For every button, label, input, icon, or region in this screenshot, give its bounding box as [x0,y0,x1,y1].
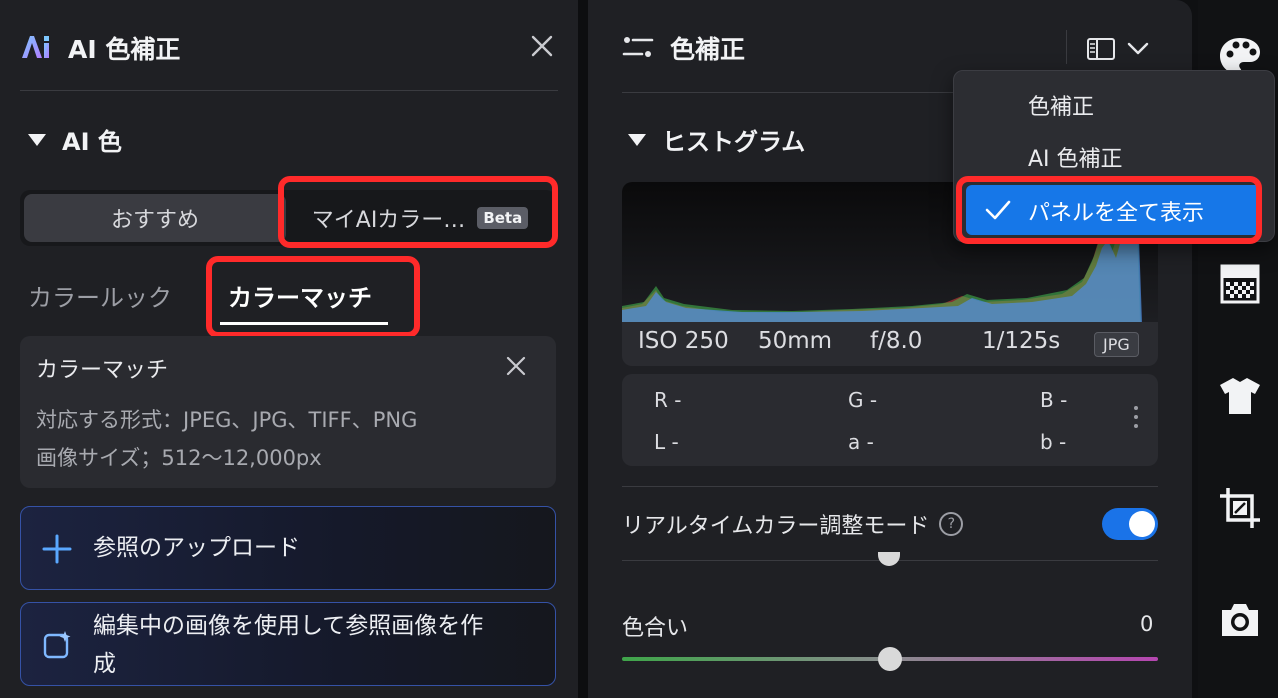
info-card-title: カラーマッチ [36,358,169,383]
image-sparkle-icon [43,631,71,659]
create-reference-label-line2: 成 [93,651,116,677]
color-correction-title: 色補正 [670,35,746,64]
segment-recommended[interactable]: おすすめ [24,194,286,242]
collapse-triangle-icon [28,133,46,146]
camera-icon[interactable] [1218,598,1262,642]
ai-logo-icon [22,36,49,58]
ai-panel-title: AI 色補正 [68,35,181,64]
create-reference-from-current-button[interactable]: 編集中の画像を使用して参照画像を作 成 [20,602,556,686]
menu-item-label: 色補正 [1028,95,1095,120]
color-readout-card: R - G - B - L - a - b - [622,374,1158,466]
exif-focal-length: 50mm [758,328,833,354]
exif-aperture: f/8.0 [870,328,923,354]
readout-g: G - [848,388,878,412]
menu-item-show-all-panels[interactable]: パネルを全て表示 [966,185,1262,235]
ai-color-section-toggle[interactable]: AI 色 [28,122,122,157]
realtime-mode-row: リアルタイムカラー調整モード ? [622,508,964,540]
supported-formats-text: 対応する形式：JPEG、JPG、TIFF、PNG [36,408,418,432]
slider-knob-partial[interactable] [878,552,900,566]
tab-color-look[interactable]: カラールック [28,278,172,313]
tab-color-match[interactable]: カラーマッチ [228,278,372,313]
more-options-icon[interactable] [1132,406,1140,436]
ai-panel-header: AI 色補正 [0,0,578,92]
tshirt-icon[interactable] [1218,374,1262,418]
chevron-down-icon[interactable] [1126,38,1150,58]
toggle-knob [1129,511,1155,537]
histogram-section-title: ヒストグラム [662,128,806,156]
active-tab-underline [220,322,388,325]
file-format-badge: JPG [1094,332,1139,357]
menu-item-color-correction[interactable]: 色補正 [954,79,1274,127]
help-icon[interactable]: ? [939,512,964,536]
segment-my-ai-color-label: マイAIカラー… [311,208,466,233]
panel-view-menu: 色補正 AI 色補正 パネルを全て表示 [953,70,1275,242]
readout-divider [622,486,1158,487]
app-window: AI 色補正 AI 色 おすすめ マイAIカラー… Beta カラールック カラ… [0,0,1278,698]
exif-iso: ISO 250 [638,328,729,354]
create-reference-label-line1: 編集中の画像を使用して参照画像を作 [93,613,484,639]
realtime-mode-toggle[interactable] [1102,508,1158,540]
tint-slider-knob[interactable] [878,647,902,671]
ai-color-section-title: AI 色 [62,128,122,156]
crop-icon[interactable] [1218,486,1262,530]
readout-b: B - [1040,388,1068,412]
checkmark-icon [985,200,1011,220]
menu-item-label: パネルを全て表示 [1028,201,1205,226]
readout-a: a - [848,430,874,454]
gradient-grid-icon[interactable] [1218,262,1262,306]
tint-label: 色合い [622,616,689,641]
exif-shutter: 1/125s [982,328,1061,354]
histogram-section-toggle[interactable]: ヒストグラム [628,122,805,157]
upload-reference-button[interactable]: 参照のアップロード [20,506,556,590]
panel-layout-icon[interactable] [1086,36,1116,62]
plus-icon [42,534,72,564]
readout-l: L - [654,430,679,454]
tint-value[interactable]: 0 [1140,612,1153,636]
header-divider [20,90,558,91]
readout-b-lab: b - [1040,430,1067,454]
collapse-triangle-icon [628,133,646,146]
mode-segmented-control: おすすめ マイAIカラー… Beta [20,190,556,246]
close-icon[interactable] [504,354,528,378]
sliders-icon [622,37,654,57]
segment-my-ai-color[interactable]: マイAIカラー… Beta [288,194,552,242]
menu-item-label: AI 色補正 [1028,147,1123,172]
menu-item-ai-color-correction[interactable]: AI 色補正 [954,131,1274,179]
realtime-mode-label: リアルタイムカラー調整モード [622,514,930,539]
panel-gap [578,0,588,698]
image-size-text: 画像サイズ；512〜12,000px [36,446,322,470]
beta-badge: Beta [477,207,529,229]
color-match-info-card: カラーマッチ 対応する形式：JPEG、JPG、TIFF、PNG 画像サイズ；51… [20,336,556,488]
close-icon[interactable] [528,32,556,60]
ai-color-panel: AI 色補正 AI 色 おすすめ マイAIカラー… Beta カラールック カラ… [0,0,578,698]
header-separator [1066,30,1067,64]
upload-reference-label: 参照のアップロード [93,535,300,561]
readout-r: R - [654,388,682,412]
